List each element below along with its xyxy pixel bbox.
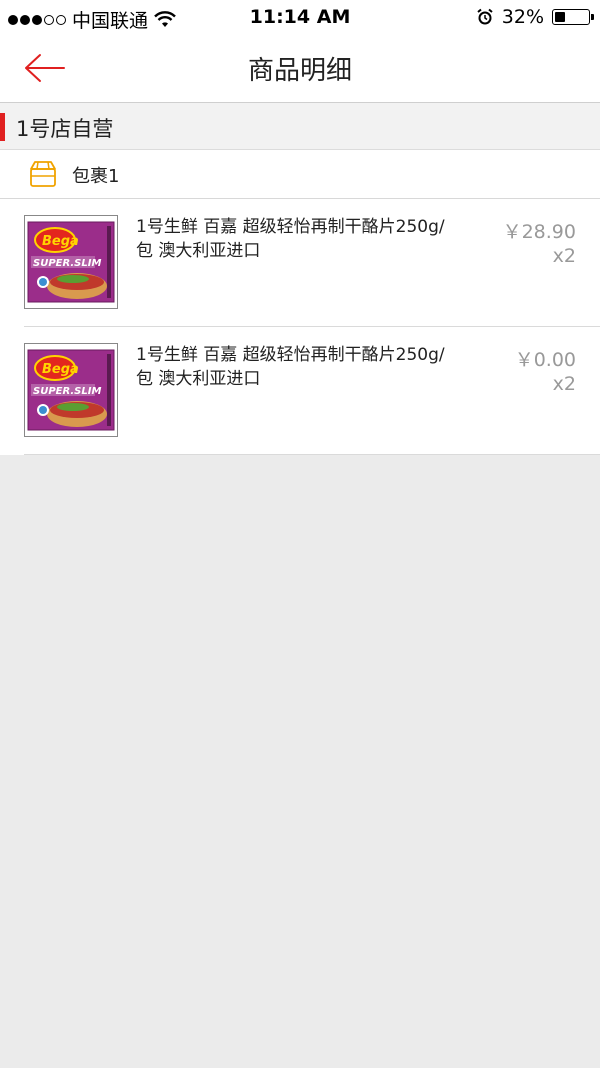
product-quantity: x2	[552, 373, 576, 395]
product-item[interactable]: Bega SUPER.SLIM 1号生鲜 百嘉 超级轻怡再制干酪片250g/包 …	[0, 199, 600, 327]
battery-icon	[552, 9, 594, 25]
package-row: 包裹1	[0, 150, 600, 199]
product-quantity: x2	[552, 245, 576, 267]
store-name: 1号店自营	[16, 117, 114, 141]
product-image[interactable]: Bega SUPER.SLIM	[24, 343, 118, 437]
product-name: 1号生鲜 百嘉 超级轻怡再制干酪片250g/包 澳大利亚进口	[136, 345, 445, 389]
svg-text:Bega: Bega	[42, 362, 79, 377]
product-price: ￥0.00	[514, 349, 576, 371]
battery-percent: 32%	[501, 6, 544, 28]
cheese-package-icon: Bega SUPER.SLIM	[25, 344, 117, 436]
store-accent-bar	[0, 113, 5, 141]
product-name: 1号生鲜 百嘉 超级轻怡再制干酪片250g/包 澳大利亚进口	[136, 217, 445, 261]
product-image[interactable]: Bega SUPER.SLIM	[24, 215, 118, 309]
package-box-icon	[30, 161, 56, 187]
package-label: 包裹1	[72, 166, 120, 187]
divider	[24, 454, 600, 455]
battery-nub	[591, 14, 594, 20]
product-price: ￥28.90	[502, 221, 576, 243]
product-item[interactable]: Bega SUPER.SLIM 1号生鲜 百嘉 超级轻怡再制干酪片250g/包 …	[0, 327, 600, 455]
cheese-package-icon: Bega SUPER.SLIM	[25, 216, 117, 308]
page-title: 商品明细	[247, 56, 352, 86]
alarm-icon	[477, 8, 493, 25]
battery-level	[555, 12, 565, 22]
store-header: 1号店自营	[0, 103, 600, 150]
svg-text:SUPER.SLIM: SUPER.SLIM	[33, 386, 101, 397]
status-bar: 中国联通 11:14 AM 32%	[0, 0, 600, 34]
nav-bar: 商品明细	[0, 34, 600, 103]
svg-text:SUPER.SLIM: SUPER.SLIM	[33, 258, 101, 269]
svg-text:Bega: Bega	[42, 234, 79, 249]
status-right: 32%	[476, 6, 594, 28]
